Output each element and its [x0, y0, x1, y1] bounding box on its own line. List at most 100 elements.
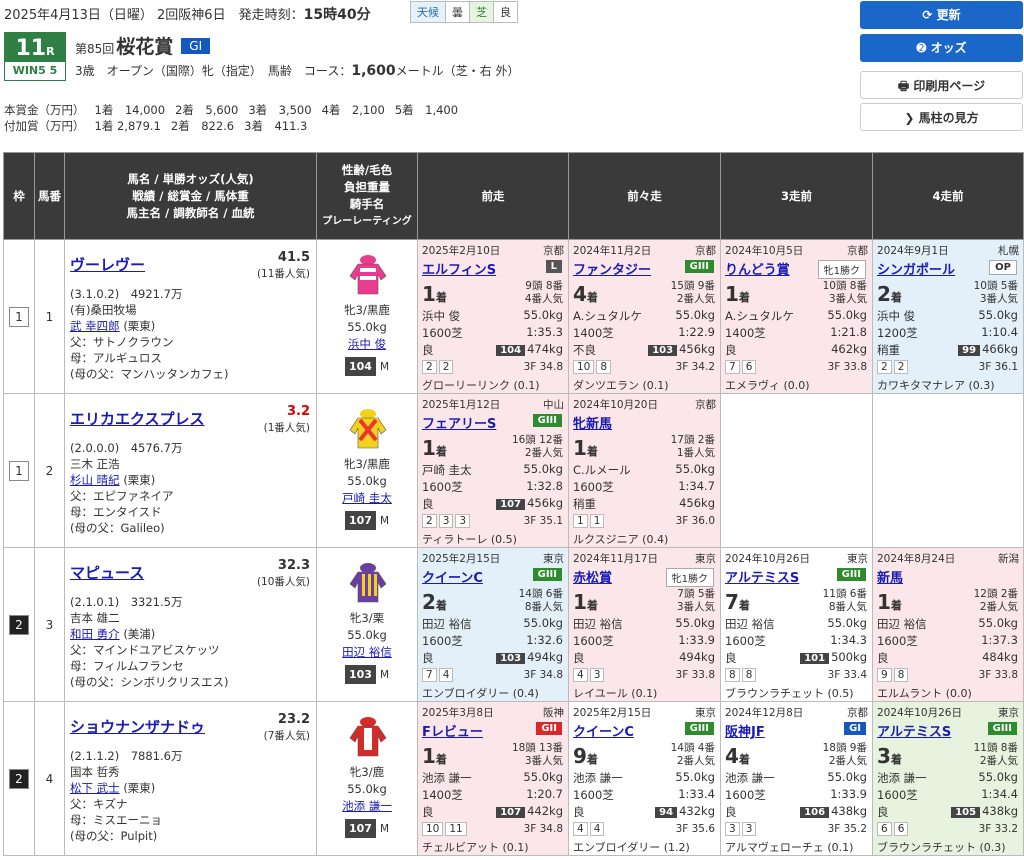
- finish-rank: 3: [877, 744, 891, 768]
- carried-weight: 55.0kg: [347, 474, 387, 488]
- past-jockey-row-right: 55.0kg: [523, 308, 563, 322]
- past-popularity: 3番人気: [828, 293, 867, 305]
- finish-suffix: 着: [435, 291, 447, 304]
- past-last3f: 3F 35.2: [827, 823, 867, 835]
- past-race-link[interactable]: シンガポール: [877, 259, 955, 278]
- play-rating: 107 M: [317, 815, 417, 838]
- past-race-link[interactable]: ファンタジー: [573, 259, 651, 278]
- past-jockey-row-right: 55.0kg: [675, 770, 715, 784]
- past-venue: 京都: [695, 245, 716, 257]
- past-heads: 11頭 6番: [822, 588, 867, 600]
- past-race-link[interactable]: 牝新馬: [573, 413, 612, 432]
- past-race-link[interactable]: 赤松賞: [573, 567, 612, 586]
- past-bw: 474kg: [527, 342, 563, 356]
- past-race-link[interactable]: アルテミスS: [725, 567, 799, 586]
- past-race-link[interactable]: クイーンC: [573, 721, 634, 740]
- past-popularity: 8番人気: [524, 601, 563, 613]
- past-race-cell: 2024年11月17日 東京 赤松賞 牝1勝ク 1着 7頭 5番 3番人気 田辺 裕信 55.0…: [568, 547, 721, 702]
- past-track-cond: 稍重: [877, 343, 900, 357]
- corner-position: 2: [438, 360, 454, 374]
- jockey-link[interactable]: 浜中 俊: [317, 336, 417, 353]
- finish-suffix: 着: [586, 291, 598, 304]
- past-race-link[interactable]: アルテミスS: [877, 721, 951, 740]
- past-jockey-row-right: 55.0kg: [523, 770, 563, 784]
- past-cond-row: 良 484kg: [877, 650, 1018, 666]
- jockey-details: 牝3/鹿 55.0kg 池添 謙一 107 M: [317, 764, 417, 838]
- past-race-link[interactable]: クイーンC: [422, 567, 483, 586]
- corner-position: 3: [589, 668, 605, 682]
- past-date: 2025年1月12日: [422, 399, 501, 411]
- past-jockey-row-left: 池添 謙一: [573, 771, 623, 785]
- corner-position: 8: [741, 668, 757, 682]
- record: (2.1.1.2) 7881.6万: [70, 749, 183, 763]
- horse-name-link[interactable]: マピュース: [70, 562, 144, 583]
- past-race-link[interactable]: 阪神JF: [725, 721, 765, 740]
- horse-name-link[interactable]: ショウナンザナドゥ: [70, 716, 205, 737]
- jockey-link[interactable]: 戸崎 圭太: [317, 490, 417, 507]
- past-bodyweight: 101 500kg: [800, 650, 867, 664]
- past-distance-row: 1600芝 1:32.6: [422, 633, 563, 649]
- past-finish: 1着: [725, 282, 750, 306]
- corner-position: 3: [741, 822, 757, 836]
- past-distance-row: 1400芝 1:20.7: [422, 787, 563, 803]
- past-heads: 18頭 13番: [511, 742, 563, 754]
- past-distance-row-right: 1:33.4: [678, 787, 715, 801]
- past-race-link[interactable]: エルフィンS: [422, 259, 496, 278]
- past-last3f: 3F 36.0: [675, 515, 715, 527]
- past-jockey-row-right: 55.0kg: [978, 770, 1018, 784]
- guide-button[interactable]: ❯ 馬柱の見方: [860, 103, 1023, 131]
- past-bodyweight: 456kg: [679, 496, 715, 510]
- past-venue: 東京: [998, 707, 1019, 719]
- damsire: (母の父：Pulpit): [70, 829, 158, 843]
- corner-position: 4: [438, 668, 454, 682]
- jockey-link[interactable]: 田辺 裕信: [317, 644, 417, 661]
- finish-rank: 1: [725, 282, 739, 306]
- finish-rank: 1: [422, 744, 436, 768]
- past-rating-badge: 103: [648, 345, 678, 356]
- past-distance-row-right: 1:34.4: [981, 787, 1018, 801]
- past-race-link[interactable]: 新馬: [877, 567, 903, 586]
- jockey-link[interactable]: 池添 謙一: [317, 798, 417, 815]
- trainer-link[interactable]: 杉山 晴紀: [70, 473, 120, 487]
- past-venue: 東京: [695, 707, 716, 719]
- past-popularity: 2番人気: [979, 755, 1018, 767]
- past-race-cell: 2025年2月15日 東京 クイーンC GIII 9着 14頭 4番 2番人気 池添 謙一 55…: [568, 701, 721, 856]
- print-page-button[interactable]: 🖶 印刷用ページ: [860, 71, 1023, 99]
- finish-rank: 1: [573, 590, 587, 614]
- past-jockey-row: 田辺 裕信 55.0kg: [573, 616, 715, 632]
- trainer-link[interactable]: 武 幸四郎: [70, 319, 120, 333]
- past-field-info: 15頭 9番 2番人気: [671, 280, 715, 306]
- sex-color: 牝3/黒鹿: [344, 303, 390, 317]
- past-race-cell: 2024年10月5日 京都 りんどう賞 牝1勝ク 1着 10頭 8番 3番人気 A.シュタルケ…: [720, 239, 873, 394]
- past-race-link[interactable]: フェアリーS: [422, 413, 496, 432]
- sex-color: 牝3/黒鹿: [344, 457, 390, 471]
- past-field-info: 11頭 8番 2番人気: [974, 742, 1018, 768]
- jockey-details: 牝3/栗 55.0kg 田辺 裕信 103 M: [317, 610, 417, 684]
- past-distance-row: 1600芝 1:34.4: [877, 787, 1018, 803]
- horse-name-link[interactable]: ヴーレヴー: [70, 254, 145, 275]
- past-field-info: 18頭 13番 3番人気: [512, 742, 563, 768]
- past-distance-row-right: 1:35.3: [526, 325, 563, 339]
- past-date: 2024年11月17日: [573, 553, 658, 565]
- past-distance-row-right: 1:34.3: [830, 633, 867, 647]
- sex-color: 牝3/鹿: [349, 765, 385, 779]
- past-distance-row-left: 1600芝: [877, 788, 918, 802]
- trainer-link[interactable]: 和田 勇介: [70, 627, 120, 641]
- past-popularity: 8番人気: [828, 601, 867, 613]
- past-venue: 中山: [543, 399, 564, 411]
- past-distance-row-left: 1400芝: [725, 326, 766, 340]
- past-positions: 98: [877, 668, 910, 682]
- past-last3f: 3F 36.1: [978, 361, 1018, 373]
- past-race-link[interactable]: りんどう賞: [725, 259, 790, 278]
- trainer-link[interactable]: 松下 武士: [70, 781, 120, 795]
- past-heads: 11頭 8番: [973, 742, 1018, 754]
- horse-name-link[interactable]: エリカエクスプレス: [70, 408, 205, 429]
- refresh-button[interactable]: ⟳ 更新: [860, 1, 1023, 29]
- corner-position: 10: [573, 360, 595, 374]
- past-race-link[interactable]: Fレビュー: [422, 721, 483, 740]
- trainer-line: 和田 勇介 (美浦): [70, 626, 228, 642]
- past-venue: 京都: [543, 245, 564, 257]
- odds-button[interactable]: ➋ オッズ: [860, 34, 1023, 62]
- past-jockey-row-right: 55.0kg: [978, 616, 1018, 630]
- past-popularity: 3番人気: [524, 755, 563, 767]
